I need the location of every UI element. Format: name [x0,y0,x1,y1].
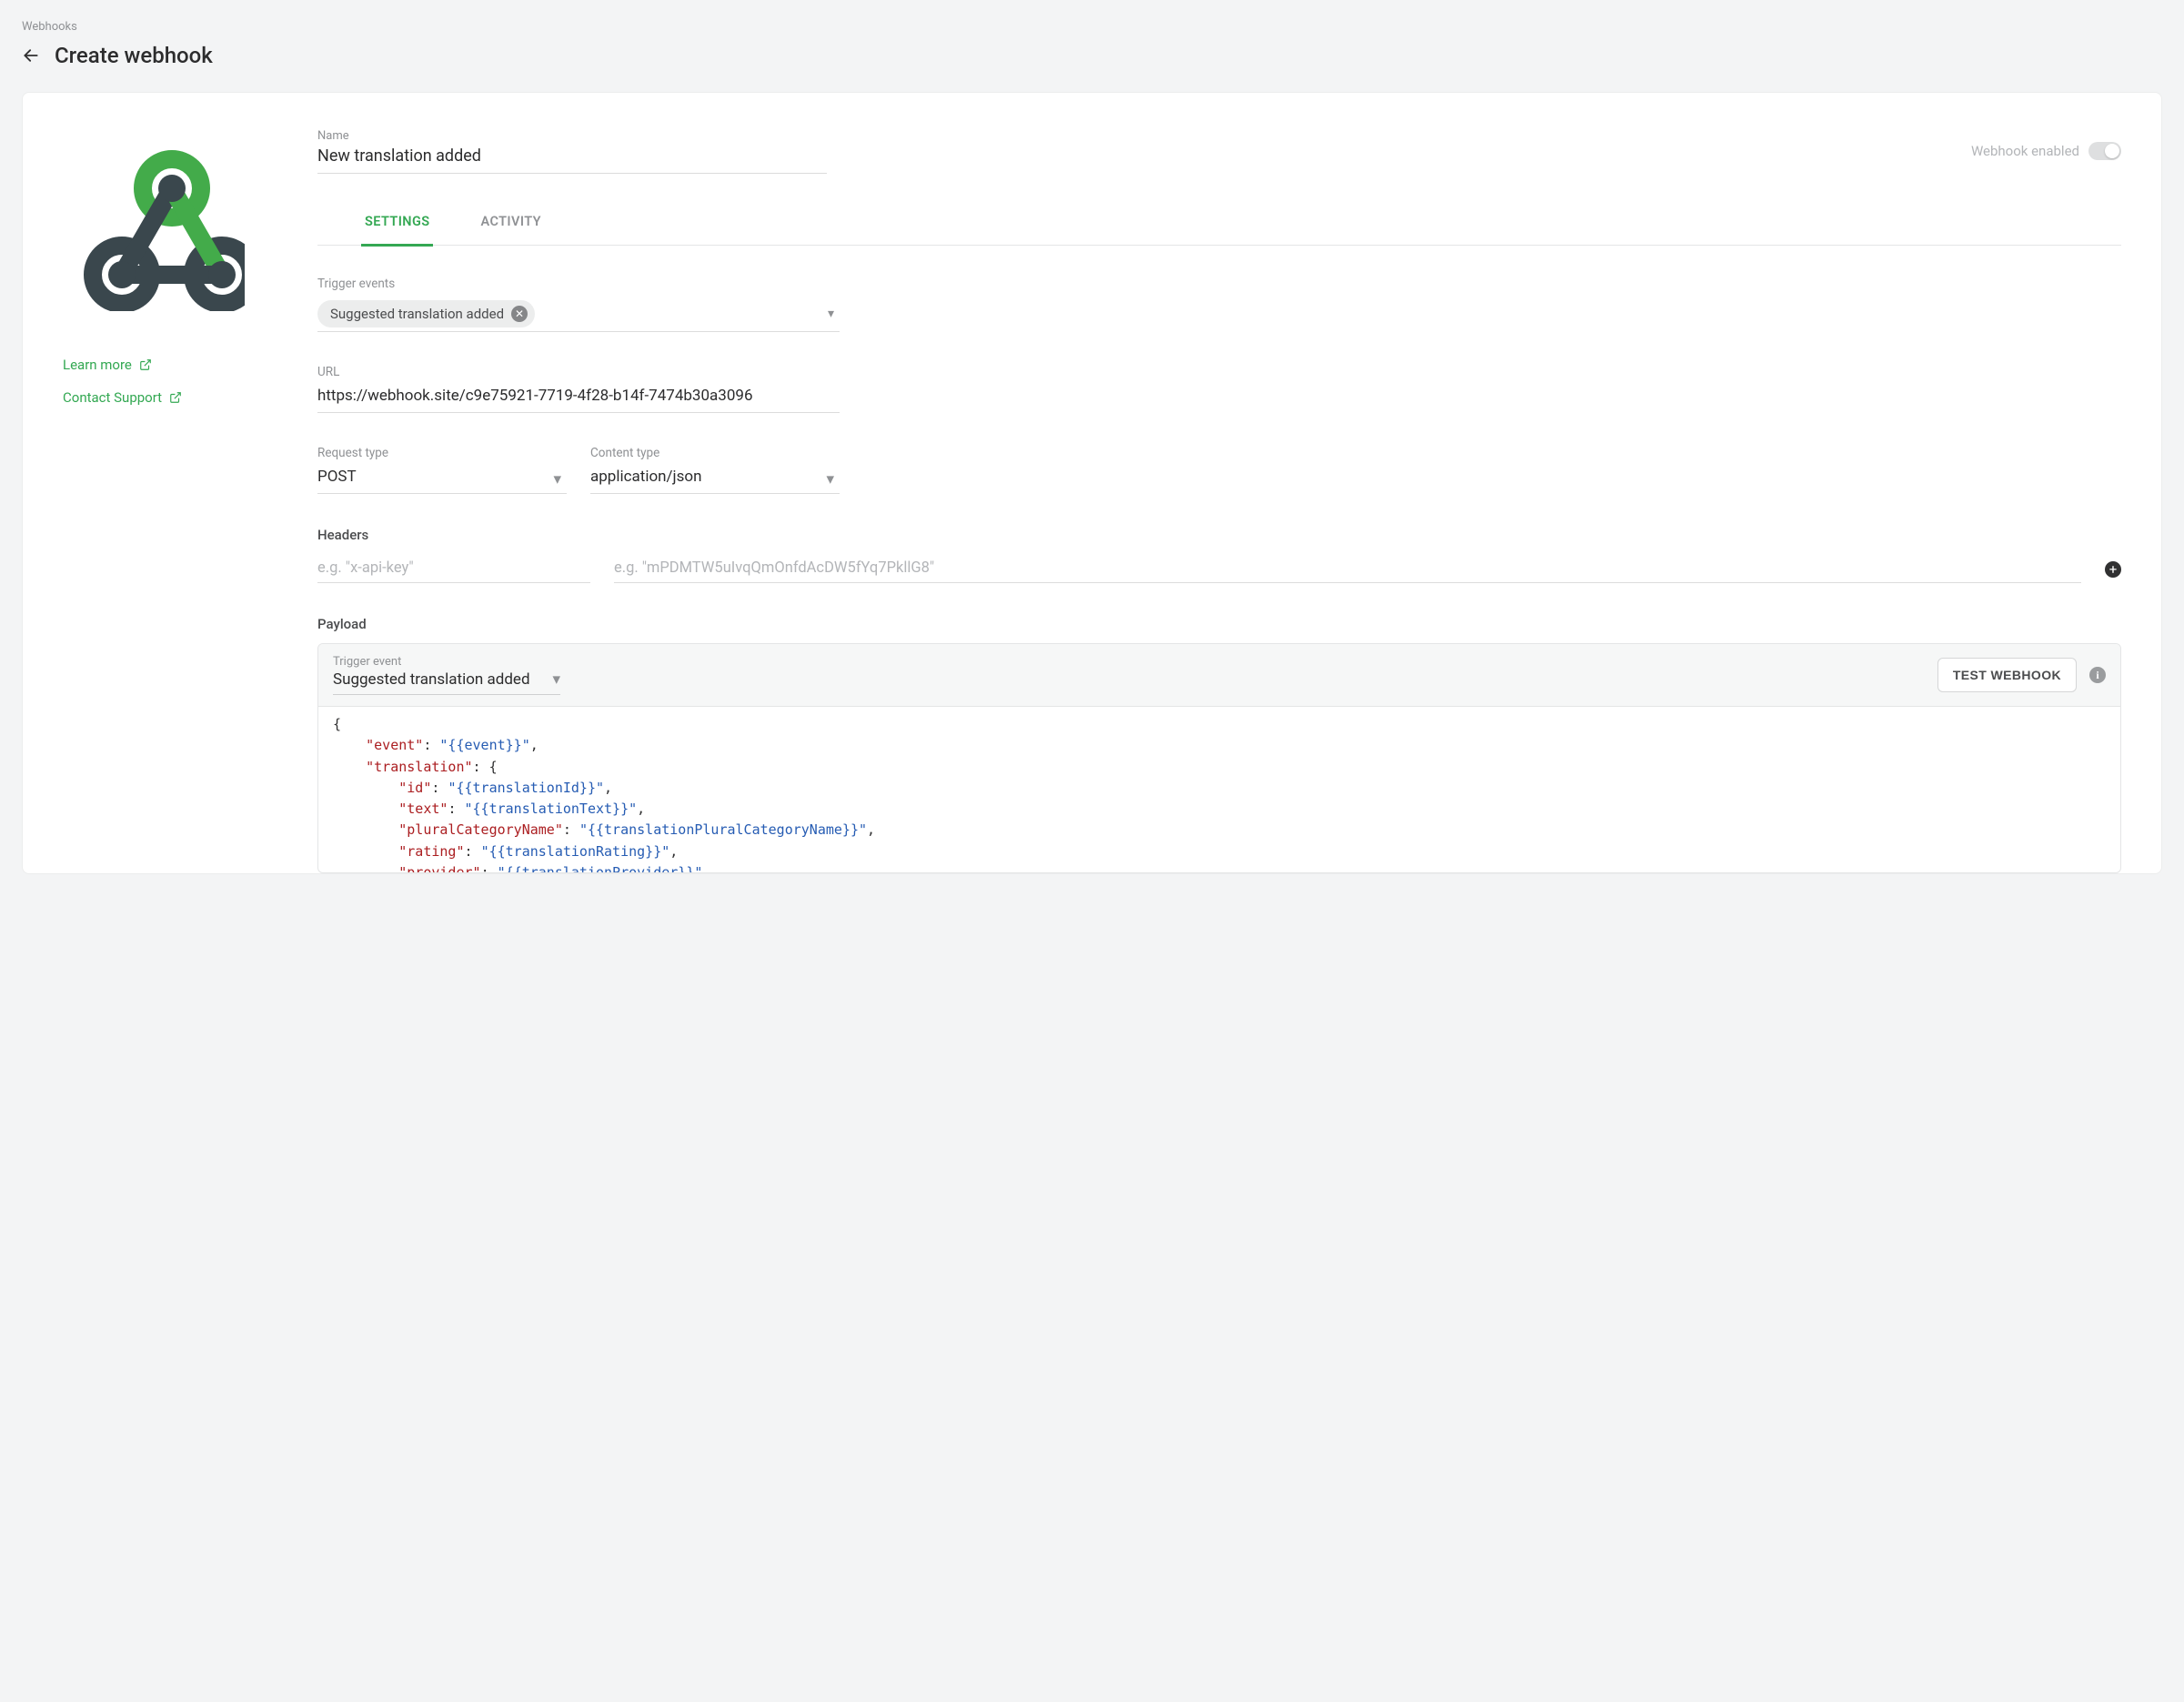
chevron-down-icon[interactable]: ▾ [828,307,834,321]
chevron-down-icon[interactable]: ▾ [826,470,834,488]
add-header-button[interactable]: + [2105,561,2121,578]
link-label: Learn more [63,357,132,373]
tab-activity[interactable]: ACTIVITY [477,214,544,245]
chevron-down-icon[interactable]: ▾ [553,470,561,488]
headers-label: Headers [317,527,2121,543]
external-link-icon [139,358,152,371]
link-label: Contact Support [63,389,162,406]
chip-label: Suggested translation added [330,306,504,322]
info-icon[interactable]: i [2089,667,2106,683]
payload-label: Payload [317,616,2121,632]
chip-remove-icon[interactable]: ✕ [511,306,528,322]
payload-trigger-label: Trigger event [333,655,560,669]
name-label: Name [317,129,827,143]
enabled-label: Webhook enabled [1971,143,2079,159]
trigger-events-input[interactable]: Suggested translation added ✕ ▾ [317,297,840,332]
test-webhook-button[interactable]: TEST WEBHOOK [1937,658,2077,692]
enabled-toggle[interactable] [2088,142,2121,160]
name-input[interactable]: New translation added [317,146,827,174]
webhook-logo-icon [63,138,245,315]
chevron-down-icon: ▾ [552,670,560,689]
contact-support-link[interactable]: Contact Support [63,389,182,406]
content-type-label: Content type [590,446,840,460]
external-link-icon [169,391,182,404]
breadcrumb[interactable]: Webhooks [22,20,2162,34]
trigger-event-chip: Suggested translation added ✕ [317,300,535,327]
payload-editor[interactable]: { "event": "{{event}}", "translation": {… [318,707,2120,872]
header-key-input[interactable] [317,554,590,583]
content-type-select[interactable]: application/json ▾ [590,466,840,494]
request-type-select[interactable]: POST ▾ [317,466,567,494]
url-input[interactable]: https://webhook.site/c9e75921-7719-4f28-… [317,385,840,413]
page-title: Create webhook [55,43,213,68]
header-value-input[interactable] [614,554,2081,583]
url-label: URL [317,365,840,379]
tab-settings[interactable]: SETTINGS [361,214,433,247]
trigger-events-label: Trigger events [317,277,840,291]
back-arrow-icon[interactable] [22,46,40,65]
payload-trigger-select[interactable]: Trigger event Suggested translation adde… [333,655,560,695]
request-type-label: Request type [317,446,567,460]
learn-more-link[interactable]: Learn more [63,357,152,373]
